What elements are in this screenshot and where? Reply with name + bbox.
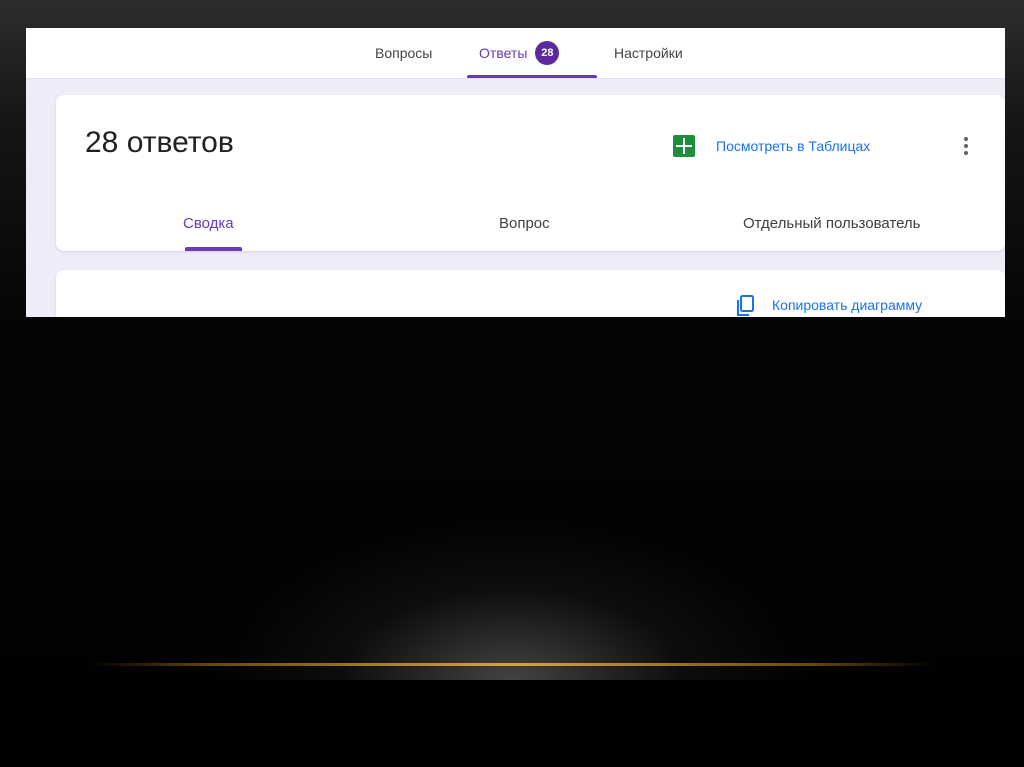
tab-questions-label: Вопросы xyxy=(375,45,433,61)
active-tab-indicator xyxy=(467,75,597,78)
question-chart-card: Копировать диаграмму xyxy=(56,270,1005,317)
copy-icon[interactable] xyxy=(736,294,756,317)
view-in-sheets-link[interactable]: Посмотреть в Таблицах xyxy=(716,138,870,154)
responses-count-title: 28 ответов xyxy=(85,126,234,159)
responses-summary-card: 28 ответов Посмотреть в Таблицах Сводка … xyxy=(56,95,1005,251)
subtab-summary[interactable]: Сводка xyxy=(183,215,234,232)
subtab-active-indicator xyxy=(185,247,242,251)
more-vert-icon[interactable] xyxy=(956,133,976,159)
subtab-question[interactable]: Вопрос xyxy=(499,215,550,232)
copy-chart-link[interactable]: Копировать диаграмму xyxy=(772,297,922,313)
tab-responses[interactable]: Ответы 28 xyxy=(479,28,560,78)
sheets-icon[interactable] xyxy=(673,135,695,157)
slide-divider-line xyxy=(90,663,934,666)
tab-questions[interactable]: Вопросы xyxy=(375,28,432,78)
forms-screenshot: Вопросы Ответы 28 Настройки 28 ответов П… xyxy=(26,28,1005,317)
tab-settings-label: Настройки xyxy=(614,45,683,61)
responses-count-badge: 28 xyxy=(535,41,560,65)
tab-responses-label: Ответы xyxy=(479,45,528,61)
forms-top-bar: Вопросы Ответы 28 Настройки xyxy=(26,28,1005,79)
tab-settings[interactable]: Настройки xyxy=(614,28,683,78)
subtab-individual[interactable]: Отдельный пользователь xyxy=(743,215,921,232)
